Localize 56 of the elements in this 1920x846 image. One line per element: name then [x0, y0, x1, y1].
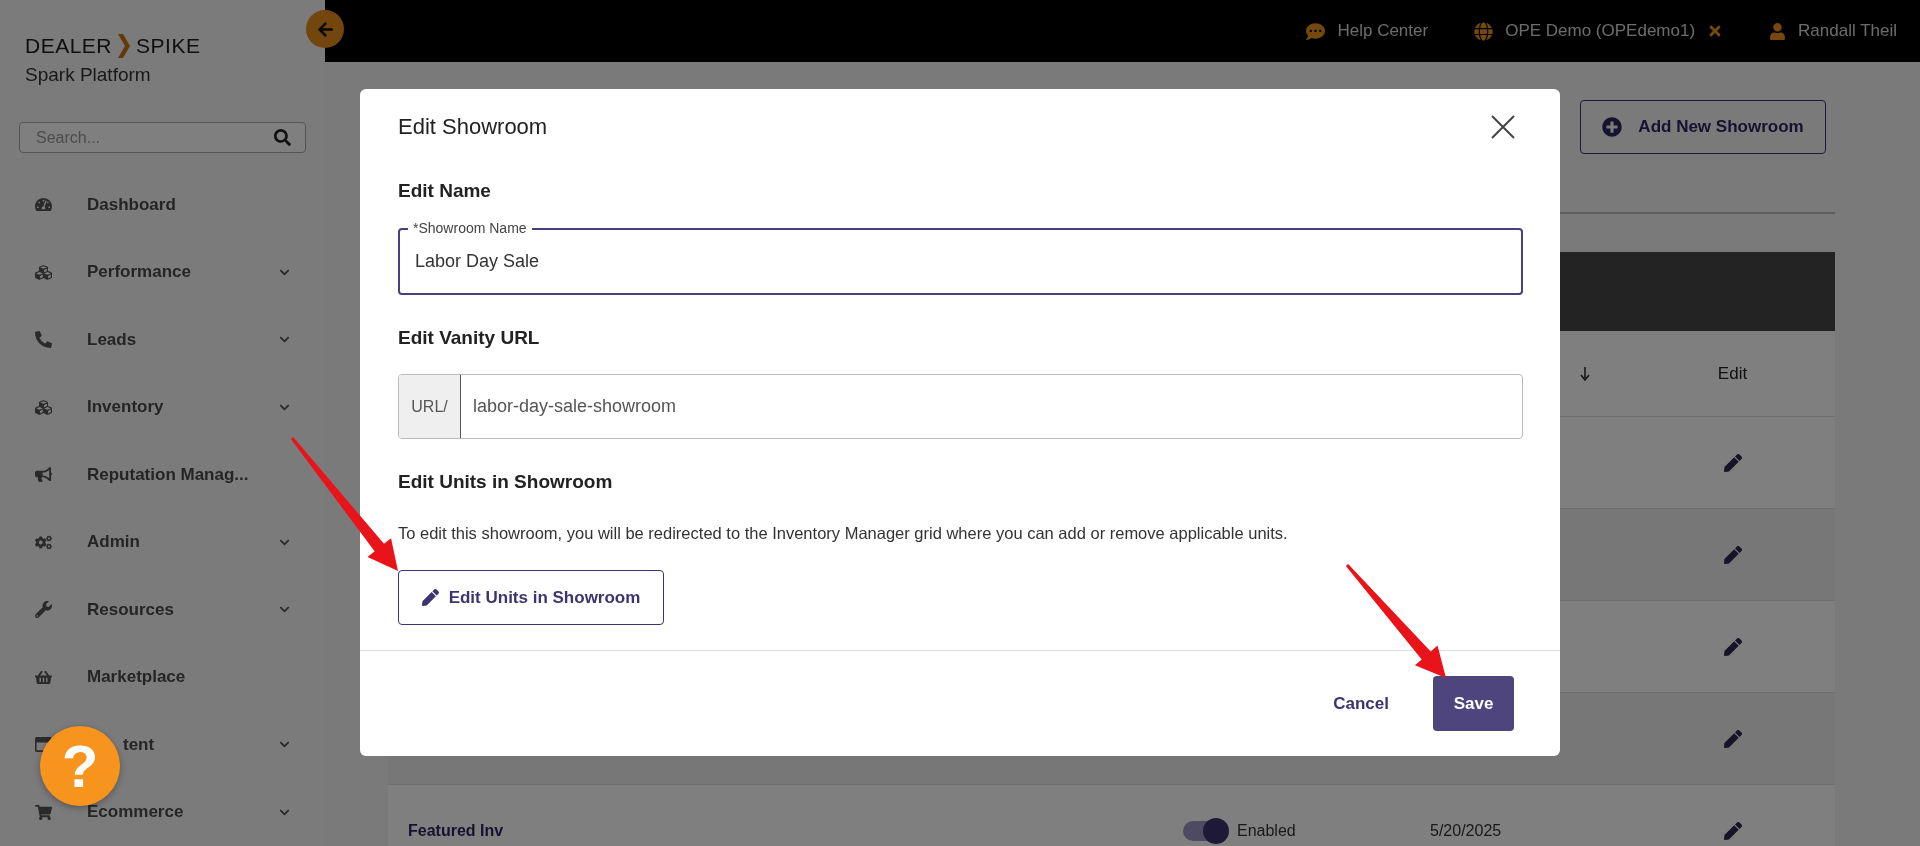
search-icon[interactable]	[274, 129, 291, 146]
nav-link[interactable]: Marketplace	[87, 667, 186, 687]
pencil-icon[interactable]	[1723, 729, 1742, 748]
section-heading: Edit Vanity URL	[398, 326, 541, 350]
vanity-url-field[interactable]: URL/ labor-day-sale-showroom	[398, 374, 1523, 439]
nav-link[interactable]: Admin	[87, 532, 140, 552]
help-center-link[interactable]: Help Center	[1306, 21, 1429, 41]
cancel-button[interactable]: Cancel	[1327, 692, 1395, 715]
text-input[interactable]: Labor Day Sale	[413, 250, 1508, 273]
pencil-icon[interactable]	[1723, 821, 1742, 840]
pencil-icon[interactable]	[1723, 637, 1742, 656]
nav-link[interactable]: Performance	[87, 262, 191, 282]
brand-name: SPIKE	[136, 34, 201, 58]
platform-name: Spark Platform	[24, 64, 152, 86]
cubes-icon	[35, 263, 52, 281]
save-button[interactable]: Save	[1433, 676, 1514, 731]
wrench-icon	[35, 601, 52, 619]
pencil-icon[interactable]	[1723, 545, 1742, 564]
table-cell-text: Featured Inv	[407, 821, 505, 840]
section-heading: Edit Units in Showroom	[398, 470, 614, 494]
basket-icon	[35, 668, 52, 686]
arrow-left-icon	[316, 20, 334, 38]
phone-icon	[35, 331, 52, 349]
pencil-icon	[421, 589, 439, 606]
cubes-icon	[35, 398, 52, 416]
field-label: *Showroom Name	[408, 220, 532, 236]
dialog-title: Edit Showroom	[398, 114, 548, 140]
user-menu[interactable]: Randall Theil	[1769, 21, 1897, 41]
brand-name: DEALER	[25, 34, 113, 58]
gauge-icon	[35, 196, 52, 214]
cart-icon	[35, 803, 52, 821]
add-showroom-button[interactable]: Add New Showroom	[1580, 100, 1826, 154]
nav-link[interactable]: Reputation Manag...	[87, 464, 249, 484]
globe-icon	[1474, 21, 1494, 41]
text-input[interactable]: labor-day-sale-showroom	[461, 375, 1522, 438]
chevron-logo-icon	[118, 34, 131, 58]
pencil-icon[interactable]	[1723, 453, 1742, 472]
nav-link[interactable]: Dashboard	[87, 194, 176, 214]
account-switcher[interactable]: OPE Demo (OPEdemo1)	[1474, 21, 1724, 41]
gears-icon	[35, 533, 52, 551]
user-icon	[1769, 22, 1787, 40]
column-header: Edit	[1716, 363, 1749, 384]
sort-arrow-icon[interactable]	[1580, 366, 1590, 381]
plus-icon	[1602, 117, 1623, 137]
nav-link[interactable]: Resources	[87, 599, 174, 619]
nav-link[interactable]: Inventory	[87, 397, 164, 417]
megaphone-icon	[35, 466, 52, 484]
chat-icon	[1306, 21, 1326, 41]
status-text: Enabled	[1237, 821, 1296, 840]
section-heading: Edit Name	[398, 179, 492, 203]
toggle-switch[interactable]	[1183, 820, 1227, 841]
edit-units-button[interactable]: Edit Units in Showroom	[398, 570, 664, 625]
table-cell-text: 5/20/2025	[1429, 821, 1503, 840]
info-text: To edit this showroom, you will be redirected to the Inventory Manager grid where you can add or remove applicable units.	[398, 523, 1289, 544]
close-button[interactable]	[1491, 115, 1515, 139]
nav-link[interactable]: Leads	[87, 329, 137, 349]
